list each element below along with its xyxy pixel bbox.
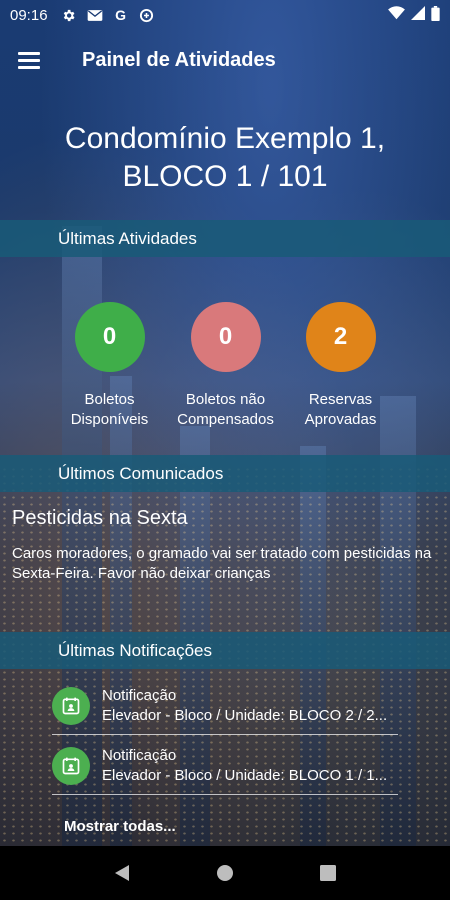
system-nav-bar	[0, 846, 450, 900]
wifi-icon	[388, 6, 405, 24]
page-title: Painel de Atividades	[82, 48, 276, 71]
notification-item[interactable]: Notificação Elevador - Bloco / Unidade: …	[52, 677, 398, 735]
status-time: 09:16	[10, 6, 48, 24]
stat-circle[interactable]: 2	[305, 302, 376, 372]
hamburger-menu-icon[interactable]	[18, 44, 50, 76]
section-header-notifications: Últimas Notificações	[0, 632, 450, 669]
notification-title: Notificação	[102, 746, 177, 764]
condo-name: Condomínio Exemplo 1,	[64, 122, 386, 155]
show-all-link[interactable]: Mostrar todas...	[64, 818, 176, 835]
status-bar: 09:16 G	[0, 0, 450, 30]
notification-subtitle: Elevador - Bloco / Unidade: BLOCO 1 / 1.…	[102, 766, 388, 784]
stat-label: Reservas Aprovadas	[304, 391, 377, 428]
data-saver-icon	[138, 6, 156, 24]
mail-icon	[86, 6, 104, 24]
announcement-title[interactable]: Pesticidas na Sexta	[12, 507, 188, 530]
section-header-activities: Últimas Atividades	[0, 220, 450, 257]
back-icon[interactable]	[110, 861, 134, 885]
google-icon: G	[115, 7, 126, 23]
calendar-person-icon	[52, 746, 90, 785]
recents-icon[interactable]	[316, 861, 340, 885]
section-header-announcements: Últimos Comunicados	[0, 455, 450, 492]
signal-icon	[411, 6, 425, 24]
home-icon[interactable]	[213, 861, 237, 885]
stat-circle[interactable]: 0	[74, 302, 145, 372]
stat-boletos-nao-compensados[interactable]: 0 Boletos não Compensados	[168, 302, 283, 430]
notification-title: Notificação	[102, 686, 177, 704]
stat-boletos-disponiveis[interactable]: 0 Boletos Disponíveis	[52, 302, 167, 430]
notification-item[interactable]: Notificação Elevador - Bloco / Unidade: …	[52, 737, 398, 795]
condo-unit: BLOCO 1 / 101	[122, 160, 328, 193]
stat-circle[interactable]: 0	[190, 302, 261, 372]
battery-icon	[431, 5, 440, 25]
condo-header: Condomínio Exemplo 1, BLOCO 1 / 101	[0, 120, 450, 196]
stat-label: Boletos não Compensados	[177, 391, 274, 428]
stat-reservas-aprovadas[interactable]: 2 Reservas Aprovadas	[283, 302, 398, 430]
stat-label: Boletos Disponíveis	[70, 391, 149, 428]
announcement-body: Caros moradores, o gramado vai ser trata…	[12, 545, 432, 582]
app-bar: Painel de Atividades	[0, 32, 450, 88]
calendar-person-icon	[52, 686, 90, 725]
gear-icon	[60, 6, 78, 24]
notification-subtitle: Elevador - Bloco / Unidade: BLOCO 2 / 2.…	[102, 706, 388, 724]
